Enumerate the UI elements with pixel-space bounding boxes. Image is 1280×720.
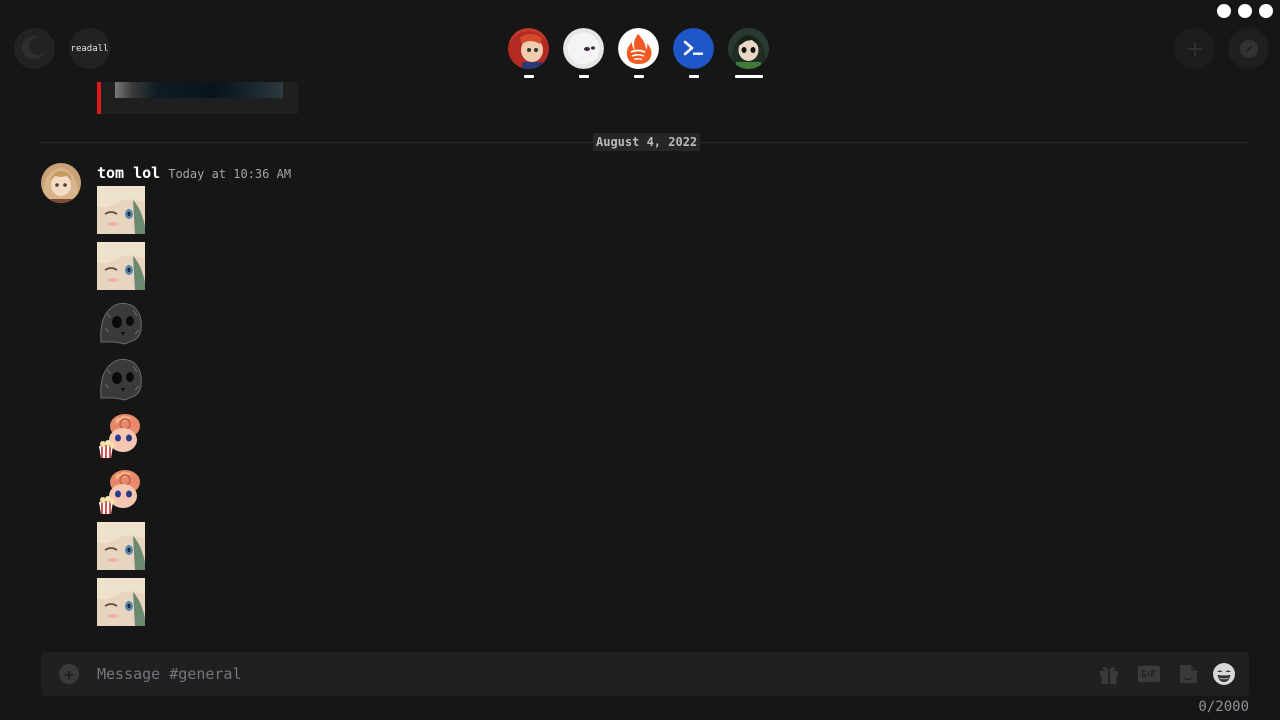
skull-emoji[interactable] (97, 354, 145, 402)
skull-emoji[interactable] (97, 298, 145, 346)
sticker-icon (1180, 665, 1197, 683)
wink-girl-emoji[interactable] (97, 242, 145, 290)
attach-plus-icon[interactable]: + (59, 664, 79, 684)
wink-girl-emoji[interactable] (97, 186, 145, 234)
message-composer: + (41, 652, 1249, 696)
home-button[interactable] (14, 28, 55, 69)
server-icon-1[interactable] (508, 28, 549, 78)
server-icon-4[interactable] (673, 28, 714, 78)
server-indicator (523, 75, 534, 78)
gif-icon (1137, 665, 1161, 683)
popcorn-guy-emoji[interactable] (97, 410, 145, 458)
white-ghost-avatar-icon (563, 28, 604, 69)
server-indicator (688, 75, 699, 78)
previous-message-embed (97, 82, 298, 114)
emoji-button[interactable] (1212, 662, 1236, 686)
terminal-icon (673, 28, 714, 69)
explore-button[interactable] (1228, 28, 1269, 69)
add-server-button[interactable] (1174, 28, 1215, 69)
top-bar: readall (0, 0, 1280, 82)
server-icon-3[interactable] (618, 28, 659, 78)
server-indicator (633, 75, 644, 78)
sticker-button[interactable] (1176, 662, 1200, 686)
server-indicator (578, 75, 589, 78)
moon-icon (14, 28, 55, 69)
message-content (97, 186, 145, 626)
wink-girl-emoji[interactable] (97, 522, 145, 570)
character-count: 0/2000 (1198, 699, 1249, 715)
server-icon-5[interactable] (728, 28, 769, 78)
server-indicator-active (734, 75, 763, 78)
gift-button[interactable] (1097, 662, 1121, 686)
fire-icon (618, 28, 659, 69)
compass-icon (1239, 39, 1258, 58)
avatar[interactable] (41, 163, 81, 203)
popcorn-guy-emoji[interactable] (97, 466, 145, 514)
user-avatar-icon (41, 163, 81, 203)
read-all-label: readall (70, 43, 109, 54)
server-icon-2[interactable] (563, 28, 604, 78)
message-header: tom lol Today at 10:36 AM (97, 164, 291, 182)
read-all-button[interactable]: readall (69, 28, 110, 69)
plus-icon (1187, 41, 1202, 56)
emoji-picker-icon (1213, 663, 1235, 685)
message-input[interactable] (97, 652, 1097, 696)
wink-girl-emoji[interactable] (97, 578, 145, 626)
date-divider: August 4, 2022 (593, 133, 701, 151)
message-author[interactable]: tom lol (97, 164, 160, 182)
embed-image[interactable] (115, 82, 283, 98)
gift-icon (1100, 667, 1118, 684)
message-timestamp: Today at 10:36 AM (168, 167, 292, 181)
frog-girl-avatar-icon (728, 28, 769, 69)
red-anime-avatar-icon (508, 28, 549, 69)
server-list (508, 28, 769, 78)
gif-button[interactable] (1137, 662, 1161, 686)
